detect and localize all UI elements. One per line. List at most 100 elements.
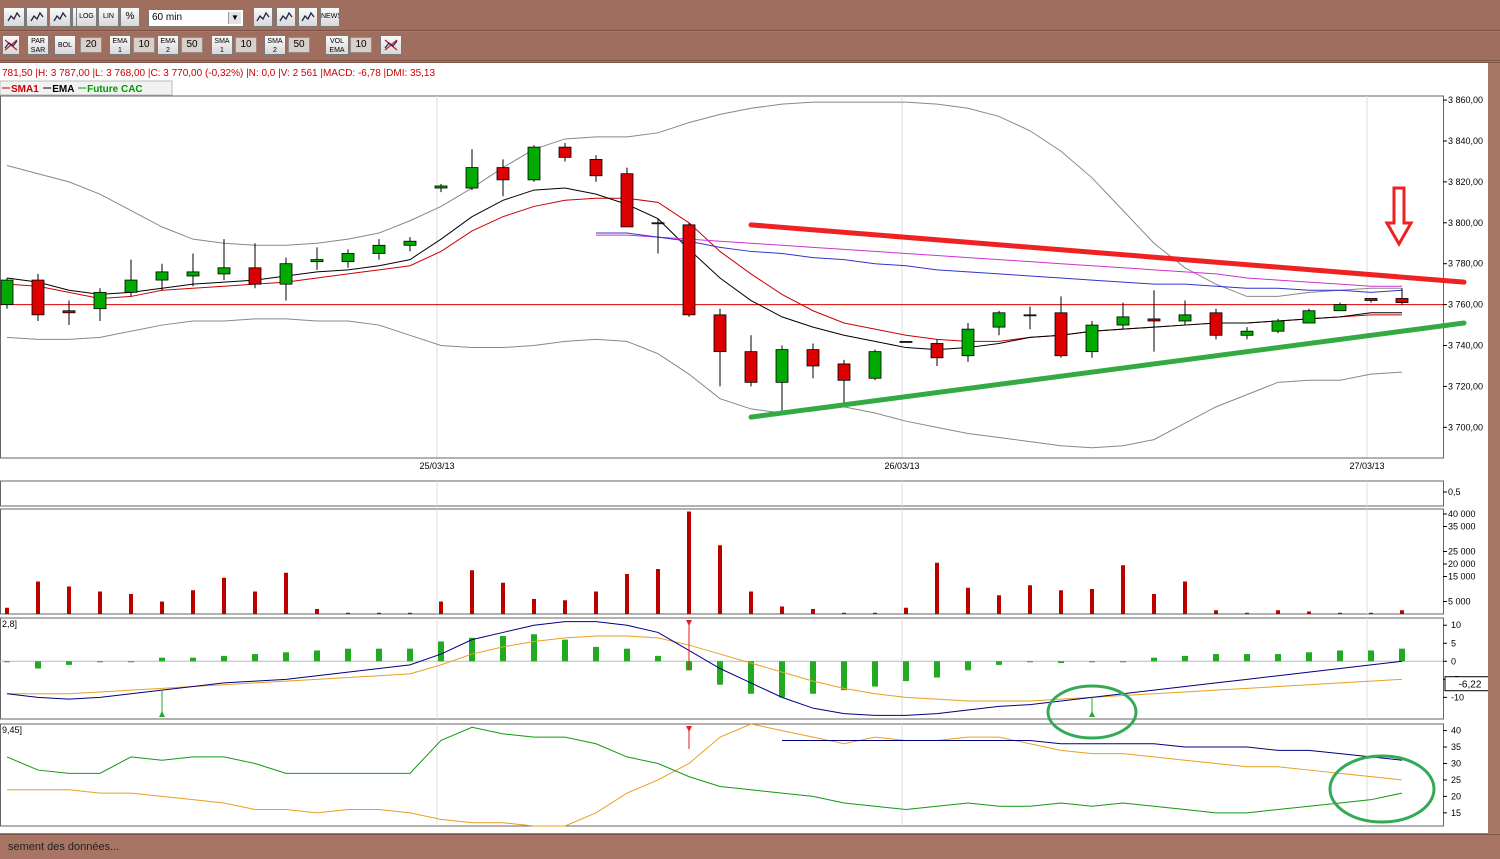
volume-bar	[563, 600, 567, 614]
macd-histogram-bar	[810, 661, 816, 694]
button-label: BOL	[57, 42, 72, 49]
volume-tick-label: 40 000	[1448, 509, 1476, 519]
macd-tick-label: 5	[1451, 638, 1456, 648]
ema-1-button[interactable]: EMA 1	[109, 35, 131, 55]
log-button[interactable]: LOG	[76, 7, 97, 27]
macd-histogram-bar	[97, 661, 103, 663]
volume-bar	[1090, 589, 1094, 614]
volume-bar	[315, 609, 319, 614]
volume-bar	[1276, 610, 1280, 614]
dmi-tick-label: 40	[1451, 726, 1461, 736]
macd-histogram-bar	[531, 634, 537, 662]
macd-histogram-bar	[128, 661, 134, 663]
indicator-period-field[interactable]: 10	[350, 37, 372, 53]
sma-1-button[interactable]: SMA 1	[211, 35, 233, 55]
macd-histogram-bar	[996, 661, 1002, 665]
button-label: NEWS	[321, 13, 340, 20]
candle-body	[961, 328, 975, 357]
candle-body	[310, 259, 324, 263]
candle-body	[868, 351, 882, 379]
line-chart-icon	[7, 11, 21, 25]
macd-histogram-bar	[841, 661, 847, 691]
volume-bar	[1183, 581, 1187, 614]
candle-body	[837, 363, 851, 381]
candle-body	[217, 267, 231, 275]
candle-body	[713, 314, 727, 353]
macd-histogram-bar	[1275, 654, 1281, 662]
macd-histogram-bar	[872, 661, 878, 687]
candle-body	[155, 271, 169, 281]
macd-value-text: -6,22	[1459, 680, 1482, 691]
crossed-chart-icon	[384, 39, 398, 53]
macd-histogram-bar	[655, 655, 661, 662]
news-button[interactable]: NEWS	[320, 7, 340, 27]
button-label: VOL EMA	[329, 38, 345, 54]
candle-body	[1240, 330, 1254, 336]
macd-histogram-bar	[779, 661, 785, 698]
timeframe-select[interactable]: 60 min ▼	[148, 9, 244, 27]
bar-chart-icon	[30, 11, 44, 25]
indicator-period-field[interactable]: 20	[80, 37, 102, 53]
price-tick-label: 3 820,00	[1448, 177, 1483, 187]
price-tick-label: 3 860,00	[1448, 95, 1483, 105]
volume-bar	[129, 594, 133, 614]
volume-bar	[1121, 565, 1125, 614]
indicator-toolbar: PAR SAR BOL 20 EMA 1 10 EMA 2 50 SMA 1 10 SMA 2 50…	[0, 32, 1500, 61]
crossed-chart-button[interactable]	[380, 35, 402, 55]
macd-histogram-bar	[903, 661, 909, 682]
volume-bar	[718, 545, 722, 614]
volume-bar	[687, 511, 691, 614]
quote-line: 781,50 |H: 3 787,00 |L: 3 768,00 |C: 3 7…	[2, 68, 435, 79]
macd-histogram-bar	[159, 657, 165, 662]
bol-button[interactable]: BOL	[54, 35, 76, 55]
bar-chart-button[interactable]	[26, 7, 48, 27]
chart-canvas[interactable]: 781,50 |H: 3 787,00 |L: 3 768,00 |C: 3 7…	[0, 63, 1500, 833]
volume-bar	[873, 612, 877, 614]
status-bar: sement des données...	[0, 834, 1500, 859]
candle-body	[124, 279, 138, 293]
ema-2-button[interactable]: EMA 2	[157, 35, 179, 55]
candle-body	[0, 279, 14, 306]
indicator-period-field[interactable]: 10	[235, 37, 257, 53]
ohlc-button[interactable]	[49, 7, 71, 27]
indicator-period-field[interactable]: 50	[181, 37, 203, 53]
chart-area[interactable]: 781,50 |H: 3 787,00 |L: 3 768,00 |C: 3 7…	[0, 62, 1500, 833]
dmi-tick-label: 15	[1451, 808, 1461, 818]
palette-icon	[279, 11, 293, 25]
candle-body	[434, 185, 448, 189]
lin-button[interactable]: LIN	[98, 7, 119, 27]
volume-bar	[191, 590, 195, 614]
indicator-period-field[interactable]: 50	[288, 37, 310, 53]
filter-button[interactable]	[2, 35, 20, 55]
volume-bar	[346, 612, 350, 614]
candle-body	[1364, 298, 1378, 301]
status-text: sement des données...	[8, 841, 120, 853]
button-label: SMA 1	[214, 38, 230, 54]
volume-bar	[1152, 594, 1156, 614]
macd-histogram-bar	[376, 648, 382, 662]
%-button[interactable]: %	[120, 7, 140, 27]
candle-body	[620, 173, 634, 228]
vol-ema-button[interactable]: VOL EMA	[325, 35, 349, 55]
candle-body	[1178, 314, 1192, 322]
macd-histogram-bar	[190, 657, 196, 662]
macd-histogram-bar	[624, 648, 630, 662]
button-label: EMA 1	[112, 38, 128, 54]
volume-bar	[408, 612, 412, 614]
sma-2-button[interactable]: SMA 2	[264, 35, 286, 55]
line-chart-button[interactable]	[3, 7, 25, 27]
candle-body	[341, 253, 355, 263]
compare-button[interactable]	[298, 7, 318, 27]
candle-body	[1085, 324, 1099, 353]
date-label: 27/03/13	[1349, 461, 1384, 471]
volume-bar	[1214, 610, 1218, 614]
candle-body	[1271, 320, 1285, 332]
palette-button[interactable]	[276, 7, 296, 27]
volume-tick-label: 25 000	[1448, 547, 1476, 557]
par-sar-button[interactable]: PAR SAR	[27, 35, 49, 55]
indicator-period-field[interactable]: 10	[133, 37, 155, 53]
volume-bar	[749, 591, 753, 614]
volume-bar	[935, 562, 939, 614]
panel-frame	[0, 95, 1444, 459]
draw-button[interactable]	[253, 7, 273, 27]
